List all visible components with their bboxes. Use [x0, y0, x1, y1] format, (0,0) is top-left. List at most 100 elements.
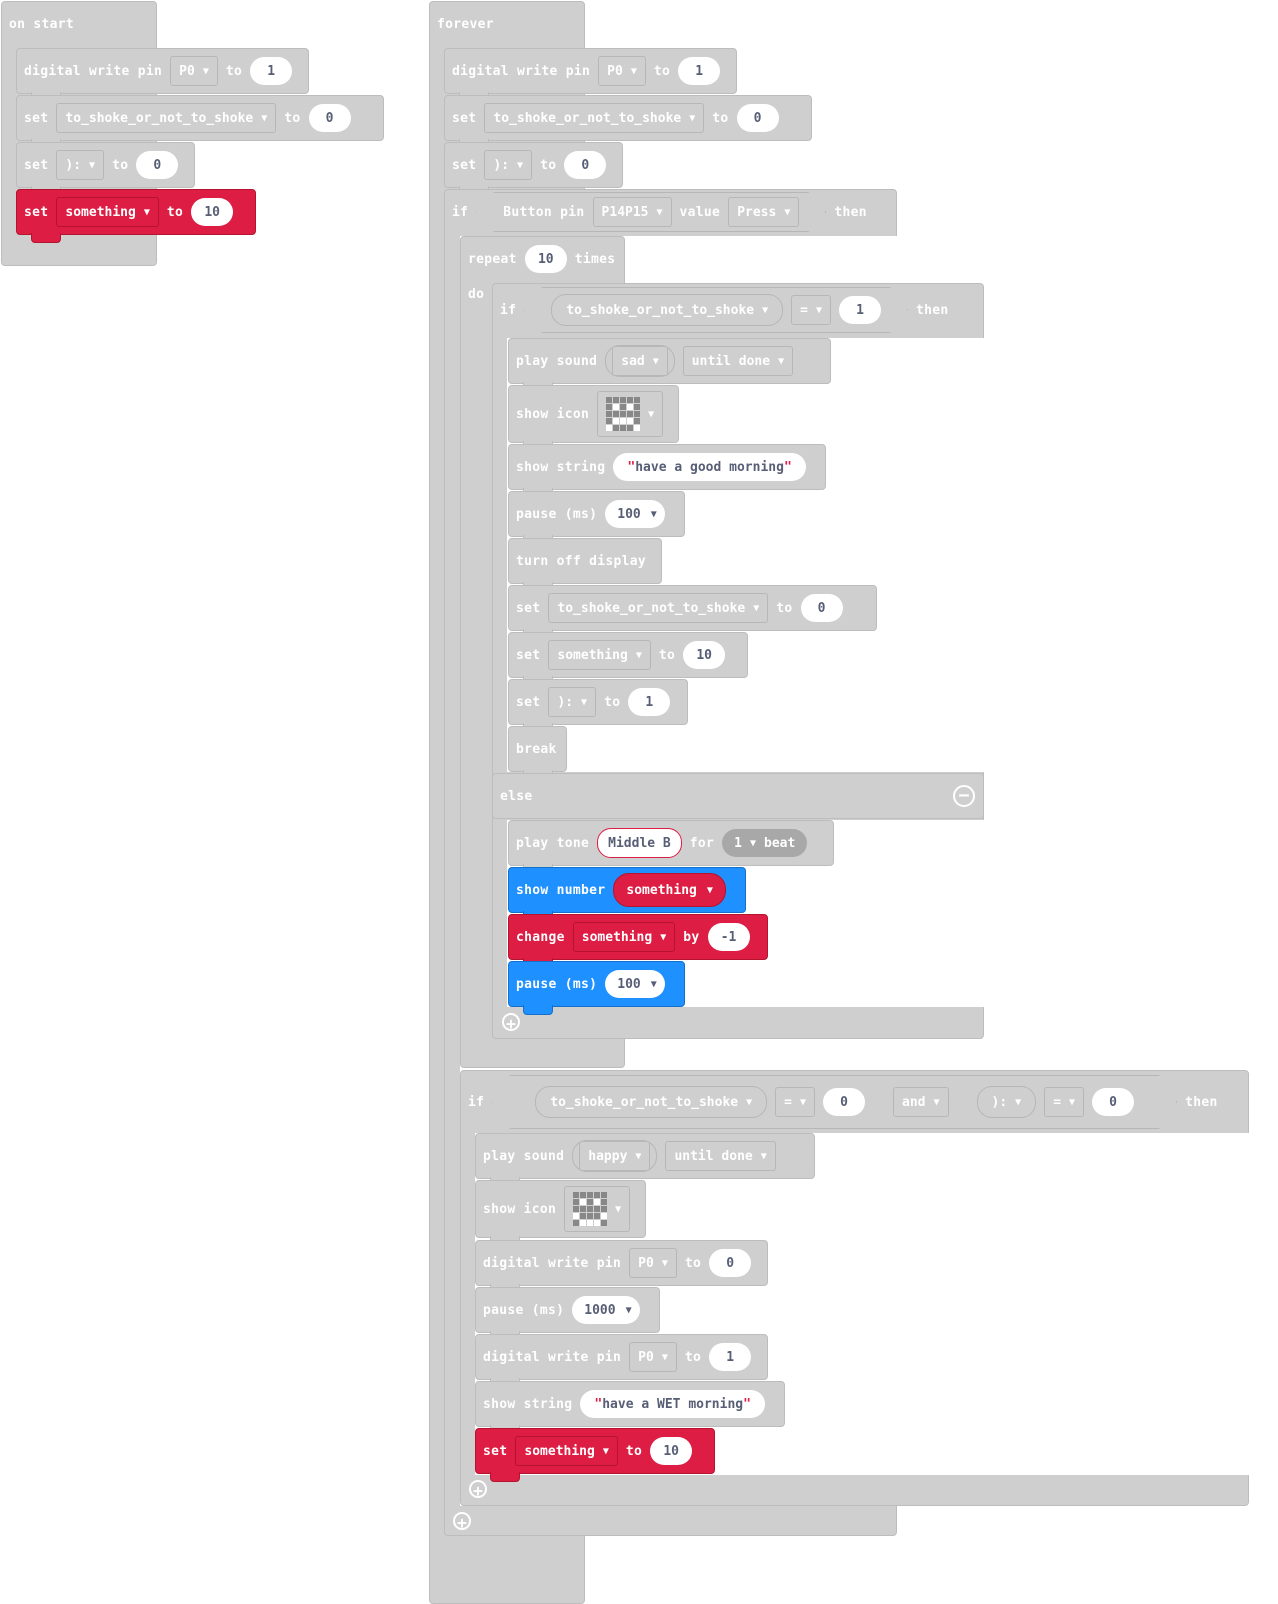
pause-duration-input[interactable]: 100 ▼: [605, 970, 665, 998]
set-label: set: [516, 694, 541, 710]
variable-pill[interactable]: to_shoke_or_not_to_shoke ▼: [535, 1086, 767, 1118]
value-input[interactable]: 10: [683, 641, 726, 669]
chevron-down-icon: ▼: [615, 1203, 622, 1215]
chevron-down-icon: ▼: [261, 112, 268, 124]
button-condition[interactable]: Button pin P14P15 ▼ value Press ▼: [476, 192, 826, 232]
repeat-count-input[interactable]: 10: [524, 245, 567, 273]
pause-duration-input[interactable]: 1000 ▼: [572, 1296, 640, 1324]
pin-dropdown[interactable]: P0 ▼: [629, 1248, 677, 1278]
string-input[interactable]: " have a WET morning ": [580, 1390, 765, 1418]
value-input[interactable]: 1: [628, 688, 671, 716]
add-else-icon[interactable]: +: [469, 1480, 487, 1499]
variable-dropdown[interactable]: something ▼: [56, 197, 159, 227]
value-input[interactable]: 1: [839, 296, 881, 324]
and-condition[interactable]: to_shoke_or_not_to_shoke ▼ = ▼ 0 and ▼ ): ▼ …: [492, 1075, 1177, 1129]
value-input[interactable]: 0: [564, 151, 607, 179]
icon-picker[interactable]: ▼: [597, 391, 664, 437]
value-input[interactable]: -1: [707, 923, 750, 951]
sound-pill[interactable]: sad ▼: [605, 345, 675, 377]
variable-dropdown[interactable]: something ▼: [515, 1436, 618, 1466]
chevron-down-icon: ▼: [1069, 1096, 1076, 1108]
to-label: to: [112, 157, 129, 173]
compare-condition[interactable]: to_shoke_or_not_to_shoke ▼ = ▼ 0: [515, 1080, 885, 1124]
pin-dropdown[interactable]: P0 ▼: [598, 56, 646, 86]
set-label: set: [24, 110, 49, 126]
break-row: break: [516, 731, 557, 767]
value-input[interactable]: 10: [650, 1437, 693, 1465]
chevron-down-icon: ▼: [630, 65, 637, 77]
if-compare-header: if to_shoke_or_not_to_shoke ▼ = ▼ 1 then: [500, 287, 949, 333]
pause-duration-input[interactable]: 100 ▼: [605, 500, 665, 528]
then-label: then: [916, 302, 949, 318]
icon-picker[interactable]: ▼: [564, 1186, 631, 1232]
value-input[interactable]: 1: [250, 57, 293, 85]
note-input[interactable]: Middle B: [597, 828, 682, 858]
variable-pill[interactable]: to_shoke_or_not_to_shoke ▼: [551, 294, 783, 326]
chevron-down-icon: ▼: [778, 355, 785, 367]
chevron-down-icon: ▼: [602, 1445, 609, 1457]
value-input[interactable]: 0: [1092, 1088, 1134, 1116]
if-button-header: if Button pin P14P15 ▼ value Press ▼ then: [452, 192, 867, 232]
add-else-if-icon[interactable]: +: [502, 1013, 520, 1032]
variable-dropdown[interactable]: to_shoke_or_not_to_shoke ▼: [56, 103, 277, 133]
remove-else-icon[interactable]: −: [953, 785, 975, 807]
compare-condition[interactable]: ): ▼ = ▼ 0: [957, 1080, 1155, 1124]
variable-dropdown[interactable]: something ▼: [572, 922, 676, 952]
button-pin-label: Button pin: [503, 204, 585, 220]
set-row: set to_shoke_or_not_to_shoke ▼ to 0: [516, 590, 843, 626]
variable-dropdown[interactable]: to_shoke_or_not_to_shoke ▼: [484, 103, 705, 133]
digital-write-label: digital write pin: [483, 1349, 622, 1365]
pin-dropdown[interactable]: P0 ▼: [629, 1342, 677, 1372]
chevron-down-icon: ▼: [689, 112, 696, 124]
value-input[interactable]: 0: [709, 1249, 752, 1277]
to-label: to: [625, 1443, 643, 1459]
and-dropdown[interactable]: and ▼: [893, 1087, 949, 1117]
string-input[interactable]: " have a good morning ": [613, 453, 806, 481]
operator-dropdown[interactable]: = ▼: [775, 1087, 815, 1117]
value-input[interactable]: 0: [736, 104, 779, 132]
value-input[interactable]: 0: [308, 104, 351, 132]
change-label: change: [516, 929, 565, 945]
pin-dropdown[interactable]: P0 ▼: [170, 56, 218, 86]
button-state-dropdown[interactable]: Press ▼: [728, 197, 799, 227]
value-input[interactable]: 10: [191, 198, 234, 226]
chevron-down-icon: ▼: [760, 1150, 767, 1162]
sound-mode-dropdown[interactable]: until done ▼: [682, 346, 794, 376]
variable-dropdown[interactable]: ): ▼: [56, 150, 105, 180]
add-else-icon[interactable]: +: [453, 1512, 471, 1531]
chevron-down-icon: ▼: [652, 355, 659, 367]
pause-label: pause (ms): [483, 1302, 565, 1318]
variable-dropdown[interactable]: to_shoke_or_not_to_shoke ▼: [548, 593, 769, 623]
value-input[interactable]: 1: [678, 57, 721, 85]
digital-write-row: digital write pin P0 ▼ to 1: [452, 53, 721, 89]
value-input[interactable]: 0: [800, 594, 843, 622]
sound-mode-dropdown[interactable]: until done ▼: [665, 1141, 776, 1171]
variable-reporter[interactable]: something ▼: [613, 873, 726, 907]
chevron-down-icon: ▼: [746, 1096, 753, 1108]
chevron-down-icon: ▼: [648, 408, 655, 420]
value-input[interactable]: 1: [709, 1343, 752, 1371]
chevron-down-icon: ▼: [581, 696, 588, 708]
sound-pill[interactable]: happy ▼: [572, 1140, 658, 1172]
variable-pill[interactable]: ): ▼: [977, 1086, 1037, 1118]
play-sound-label: play sound: [516, 353, 598, 369]
value-input[interactable]: 0: [823, 1088, 865, 1116]
operator-dropdown[interactable]: = ▼: [1044, 1087, 1084, 1117]
button-pin-dropdown[interactable]: P14P15 ▼: [593, 197, 672, 227]
chevron-down-icon: ▼: [660, 931, 667, 943]
happy-face-icon: [573, 1192, 608, 1226]
compare-condition[interactable]: to_shoke_or_not_to_shoke ▼ = ▼ 1: [524, 287, 908, 333]
repeat-header: repeat 10 times: [468, 241, 615, 277]
forever-label: forever: [437, 16, 494, 32]
operator-dropdown[interactable]: = ▼: [791, 295, 831, 325]
to-label: to: [776, 600, 793, 616]
chevron-down-icon: ▼: [625, 1304, 632, 1316]
else-label: else: [500, 788, 533, 804]
value-input[interactable]: 0: [136, 151, 179, 179]
variable-dropdown[interactable]: something ▼: [548, 640, 651, 670]
variable-dropdown[interactable]: ): ▼: [548, 687, 597, 717]
variable-dropdown[interactable]: ): ▼: [484, 150, 533, 180]
chevron-down-icon: ▼: [89, 159, 96, 171]
beat-dropdown[interactable]: 1 ▼ beat: [722, 829, 808, 857]
to-label: to: [225, 63, 243, 79]
